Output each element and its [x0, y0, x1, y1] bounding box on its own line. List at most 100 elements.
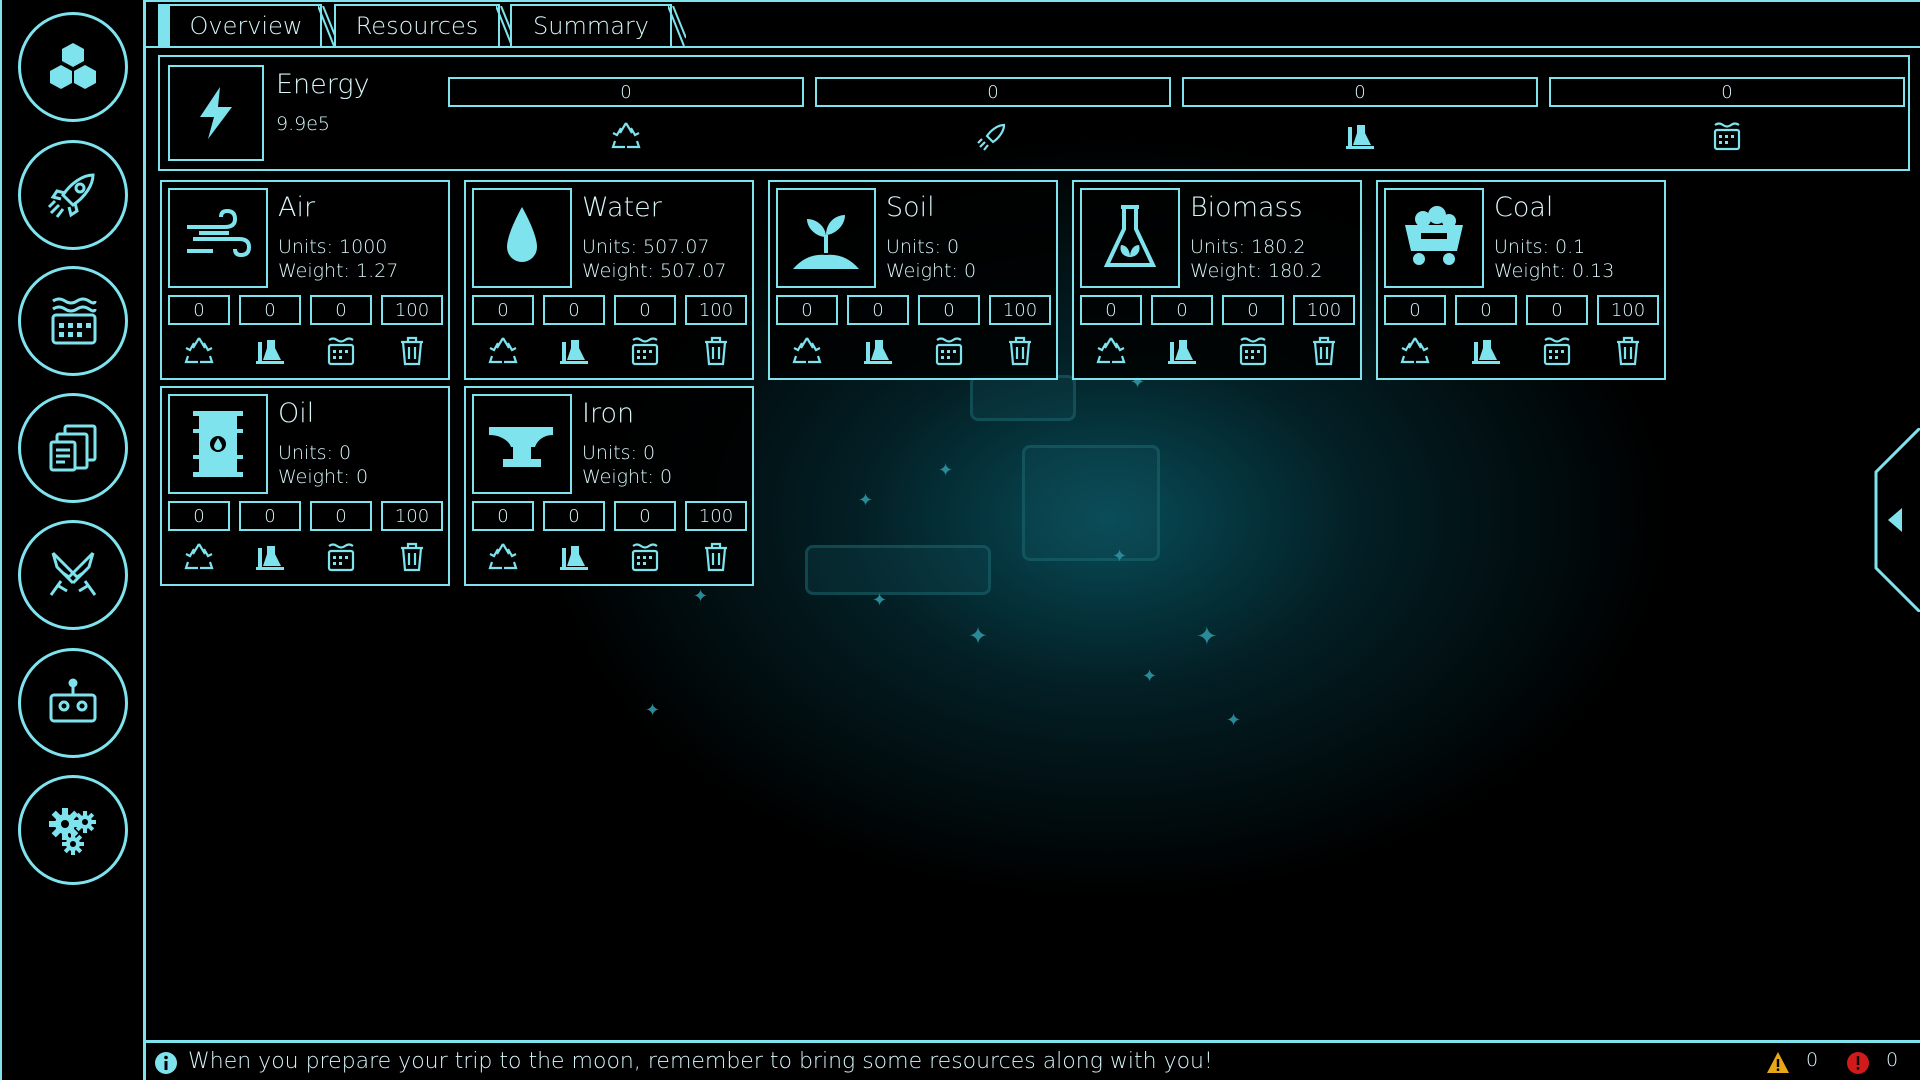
factory-icon[interactable]: factory-button: [628, 540, 662, 574]
recycle-icon[interactable]: recycle-button: [1094, 334, 1128, 368]
sidebar-item-settings[interactable]: [18, 775, 128, 885]
lab-icon[interactable]: lab-button: [861, 334, 895, 368]
factory-icon[interactable]: factory-button: [1236, 334, 1270, 368]
lab-allocation-field[interactable]: 0: [847, 295, 909, 325]
resource-weight: Weight: 0: [278, 466, 368, 488]
field-value: 0: [1409, 300, 1420, 321]
trash-icon[interactable]: delete-button: [1307, 334, 1341, 368]
lab-allocation-field[interactable]: 0: [1151, 295, 1213, 325]
field-value: 0: [1176, 300, 1187, 321]
keep-percentage-field[interactable]: 100: [685, 501, 747, 531]
sidebar-item-robot[interactable]: [18, 648, 128, 758]
recycle-icon[interactable]: recycle-button: [486, 540, 520, 574]
keep-percentage-field[interactable]: 100: [1293, 295, 1355, 325]
recycle-allocation-field[interactable]: 0: [1080, 295, 1142, 325]
sidebar-item-rocket[interactable]: [18, 140, 128, 250]
resource-units: Units: 0: [886, 236, 959, 258]
energy-rocket-allocation[interactable]: 0: [815, 77, 1171, 107]
chevron-left-icon: [1888, 508, 1902, 532]
lab-allocation-field[interactable]: 0: [543, 501, 605, 531]
trash-icon[interactable]: delete-button: [1611, 334, 1645, 368]
recycle-icon[interactable]: recycle-button: [790, 334, 824, 368]
trash-icon[interactable]: delete-button: [699, 334, 733, 368]
resource-name: Coal: [1494, 192, 1553, 223]
factory-allocation-field[interactable]: 0: [1526, 295, 1588, 325]
sparkle-icon: ✦: [1226, 710, 1241, 731]
energy-factory-allocation[interactable]: 0: [1549, 77, 1905, 107]
factory-icon: [43, 291, 103, 351]
field-value: 0: [568, 506, 579, 527]
keep-percentage-field[interactable]: 100: [1597, 295, 1659, 325]
wind-icon: [179, 199, 257, 277]
crossed-swords-icon: [43, 545, 103, 605]
trash-icon[interactable]: delete-button: [395, 334, 429, 368]
recycle-allocation-field[interactable]: 0: [472, 295, 534, 325]
field-value: 0: [1480, 300, 1491, 321]
recycle-allocation-field[interactable]: 0: [168, 501, 230, 531]
recycle-allocation-field[interactable]: 0: [168, 295, 230, 325]
keep-percentage-field[interactable]: 100: [381, 295, 443, 325]
lab-allocation-field[interactable]: 0: [239, 295, 301, 325]
lab-icon[interactable]: lab-button: [253, 334, 287, 368]
recycle-allocation-field[interactable]: 0: [472, 501, 534, 531]
factory-allocation-field[interactable]: 0: [614, 295, 676, 325]
recycle-icon[interactable]: recycle-button: [182, 334, 216, 368]
factory-allocation-field[interactable]: 0: [310, 295, 372, 325]
lab-icon[interactable]: lab-button: [1469, 334, 1503, 368]
background-panel: [805, 545, 991, 595]
recycle-icon[interactable]: recycle-button: [1398, 334, 1432, 368]
factory-icon[interactable]: factory-button: [324, 334, 358, 368]
recycle-allocation-field[interactable]: 0: [776, 295, 838, 325]
tab-summary[interactable]: Summary: [510, 4, 672, 46]
factory-icon[interactable]: factory-button: [628, 334, 662, 368]
energy-lab-allocation[interactable]: 0: [1182, 77, 1538, 107]
documents-icon: [43, 418, 103, 478]
resource-units: Units: 0: [278, 442, 351, 464]
tab-bar-divider: [146, 46, 1920, 48]
error-icon[interactable]: [1846, 1051, 1870, 1075]
lab-allocation-field[interactable]: 0: [543, 295, 605, 325]
factory-icon[interactable]: factory-button: [324, 540, 358, 574]
sidebar-item-resources[interactable]: [18, 12, 128, 122]
factory-allocation-field[interactable]: 0: [310, 501, 372, 531]
sidebar-item-combat[interactable]: [18, 520, 128, 630]
sprout-icon: [787, 199, 865, 277]
keep-percentage-field[interactable]: 100: [989, 295, 1051, 325]
field-value: 0: [801, 300, 812, 321]
resource-units: Units: 0.1: [1494, 236, 1585, 258]
factory-allocation-field[interactable]: 0: [614, 501, 676, 531]
lab-icon[interactable]: lab-button: [253, 540, 287, 574]
tab-resources[interactable]: Resources: [334, 4, 500, 46]
recycle-icon[interactable]: recycle-button: [182, 540, 216, 574]
trash-icon[interactable]: delete-button: [699, 540, 733, 574]
keep-percentage-field[interactable]: 100: [685, 295, 747, 325]
recycle-icon[interactable]: recycle-button: [486, 334, 520, 368]
resource-weight: Weight: 0: [886, 260, 976, 282]
lab-allocation-field[interactable]: 0: [239, 501, 301, 531]
lab-allocation-field[interactable]: 0: [1455, 295, 1517, 325]
factory-icon[interactable]: factory-button: [932, 334, 966, 368]
lab-icon[interactable]: lab-button: [557, 334, 591, 368]
lab-icon[interactable]: lab-button: [557, 540, 591, 574]
keep-percentage-field[interactable]: 100: [381, 501, 443, 531]
resource-name: Air: [278, 192, 315, 223]
factory-icon[interactable]: factory-button: [1540, 334, 1574, 368]
field-value: 0: [872, 300, 883, 321]
energy-recycle-allocation[interactable]: 0: [448, 77, 804, 107]
field-value: 0: [335, 506, 346, 527]
robot-icon: [43, 673, 103, 733]
factory-allocation-field[interactable]: 0: [918, 295, 980, 325]
trash-icon[interactable]: delete-button: [395, 540, 429, 574]
lab-icon[interactable]: lab-button: [1165, 334, 1199, 368]
field-value: 100: [699, 506, 733, 527]
sidebar-item-factory[interactable]: [18, 266, 128, 376]
trash-icon[interactable]: delete-button: [1003, 334, 1037, 368]
tab-overview[interactable]: Overview: [158, 4, 322, 46]
field-value: 0: [497, 506, 508, 527]
recycle-allocation-field[interactable]: 0: [1384, 295, 1446, 325]
factory-allocation-field[interactable]: 0: [1222, 295, 1284, 325]
collapse-panel-button[interactable]: [1872, 428, 1920, 612]
warning-count: 0: [1806, 1049, 1830, 1073]
sidebar-item-documents[interactable]: [18, 393, 128, 503]
warning-icon[interactable]: [1766, 1051, 1790, 1075]
